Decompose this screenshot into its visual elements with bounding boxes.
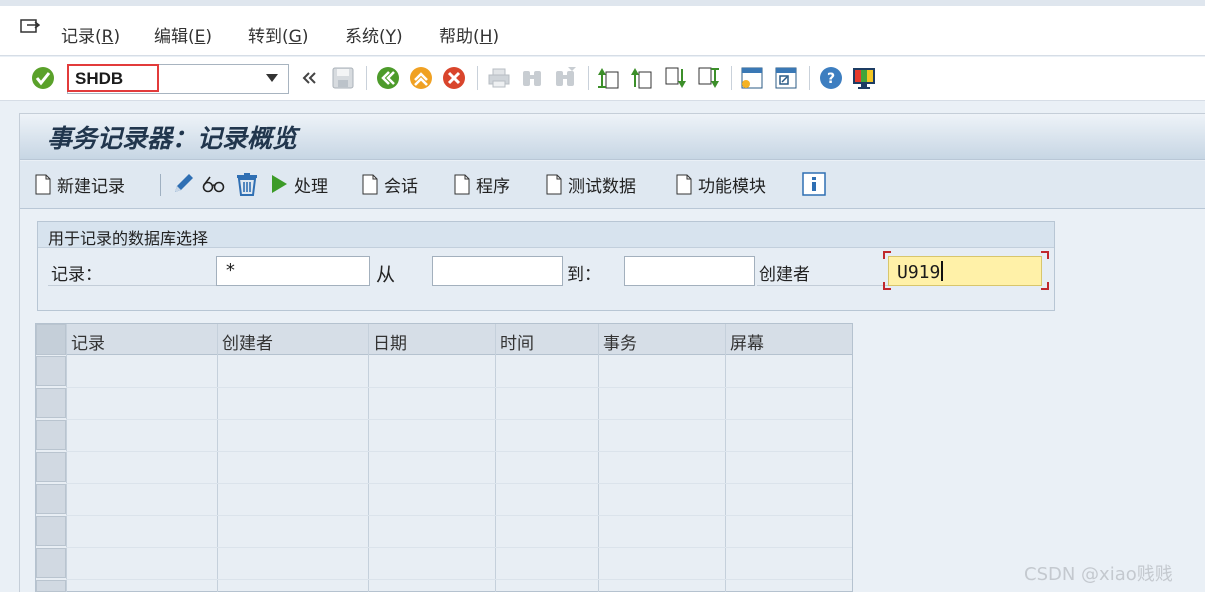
selection-group-title: 用于记录的数据库选择	[48, 229, 209, 248]
svg-text:?: ?	[827, 71, 835, 87]
from-label: 从	[376, 264, 396, 286]
command-dropdown-icon[interactable]	[266, 74, 278, 82]
column-divider	[725, 324, 726, 592]
function-module-button[interactable]: 功能模块	[676, 172, 766, 197]
system-menu-icon[interactable]	[20, 19, 40, 35]
focus-corner	[883, 251, 891, 259]
table-row	[66, 579, 852, 580]
table-row	[66, 419, 852, 420]
menu-help[interactable]: 帮助(H)	[439, 22, 499, 47]
row-selector[interactable]	[36, 388, 66, 418]
row-selector[interactable]	[36, 356, 66, 386]
creator-label: 创建者	[759, 265, 810, 285]
display-glasses-icon[interactable]	[202, 172, 226, 196]
column-header-date[interactable]: 日期	[373, 329, 407, 354]
delete-trash-icon[interactable]	[235, 172, 259, 196]
process-button[interactable]: 处理	[270, 172, 328, 197]
watermark: CSDN @xiao贱贱	[1024, 564, 1173, 585]
table-row	[66, 451, 852, 452]
recording-label: 记录：	[51, 265, 102, 285]
label-underline	[48, 285, 216, 286]
label-underline	[757, 285, 888, 286]
table-row	[66, 483, 852, 484]
table-row	[66, 547, 852, 548]
column-divider	[368, 324, 369, 592]
creator-input[interactable]: U919	[888, 256, 1042, 286]
cancel-icon[interactable]	[442, 66, 466, 90]
menu-system[interactable]: 系统(Y)	[345, 22, 403, 47]
test-data-button[interactable]: 测试数据	[546, 172, 636, 197]
toolbar-separator	[160, 174, 161, 196]
row-selector[interactable]	[36, 548, 66, 578]
exit-icon[interactable]	[409, 66, 433, 90]
find-next-icon[interactable]	[553, 66, 577, 90]
page-title: 事务记录器：记录概览	[47, 124, 298, 153]
save-icon[interactable]	[331, 66, 355, 90]
change-pencil-icon[interactable]	[171, 172, 195, 196]
table-row	[66, 515, 852, 516]
collapse-icon[interactable]	[300, 66, 318, 90]
focus-corner	[1041, 251, 1049, 259]
row-selector[interactable]	[36, 420, 66, 450]
select-all-button[interactable]	[36, 324, 66, 355]
session-button[interactable]: 会话	[362, 172, 418, 197]
info-icon[interactable]	[802, 172, 826, 196]
column-header-time[interactable]: 时间	[500, 329, 534, 354]
from-date-input[interactable]	[432, 256, 563, 286]
document-icon	[362, 174, 378, 194]
row-selector[interactable]	[36, 452, 66, 482]
customize-layout-icon[interactable]	[852, 66, 876, 90]
column-divider	[495, 324, 496, 592]
column-header-screen[interactable]: 屏幕	[730, 329, 764, 354]
document-icon	[676, 174, 692, 194]
next-page-icon[interactable]	[663, 66, 687, 90]
previous-page-icon[interactable]	[630, 66, 654, 90]
toolbar-separator	[588, 66, 589, 90]
recording-input[interactable]: *	[216, 256, 370, 286]
document-icon	[454, 174, 470, 194]
new-recording-button[interactable]: 新建记录	[35, 172, 125, 197]
recordings-table	[35, 323, 853, 592]
column-header-recording[interactable]: 记录	[71, 329, 105, 354]
toolbar-separator	[366, 66, 367, 90]
back-icon[interactable]	[376, 66, 400, 90]
toolbar-separator	[477, 66, 478, 90]
find-icon[interactable]	[520, 66, 544, 90]
print-icon[interactable]	[487, 66, 511, 90]
to-date-input[interactable]	[624, 256, 755, 286]
column-header-creator[interactable]: 创建者	[222, 329, 273, 354]
enter-check-icon[interactable]	[31, 66, 55, 90]
column-divider	[217, 324, 218, 592]
column-header-transaction[interactable]: 事务	[603, 329, 637, 354]
document-icon	[35, 174, 51, 194]
menu-record[interactable]: 记录(R)	[61, 22, 120, 47]
execute-icon	[272, 175, 287, 193]
row-selector[interactable]	[36, 580, 66, 592]
table-row	[66, 387, 852, 388]
menu-edit[interactable]: 编辑(E)	[154, 22, 212, 47]
focus-corner	[883, 282, 891, 290]
shortcut-icon[interactable]	[774, 66, 798, 90]
row-selector[interactable]	[36, 484, 66, 514]
text-caret	[941, 261, 944, 281]
command-field[interactable]: SHDB	[67, 64, 159, 92]
column-divider	[598, 324, 599, 592]
document-icon	[546, 174, 562, 194]
toolbar-separator	[809, 66, 810, 90]
row-selector[interactable]	[36, 516, 66, 546]
help-icon[interactable]: ?	[819, 66, 843, 90]
new-session-icon[interactable]	[740, 66, 764, 90]
toolbar-separator	[731, 66, 732, 90]
program-button[interactable]: 程序	[454, 172, 510, 197]
first-page-icon[interactable]	[597, 66, 621, 90]
column-divider	[66, 324, 67, 592]
focus-corner	[1041, 282, 1049, 290]
last-page-icon[interactable]	[696, 66, 720, 90]
menu-goto[interactable]: 转到(G)	[248, 22, 308, 47]
to-label: 到：	[567, 265, 601, 285]
